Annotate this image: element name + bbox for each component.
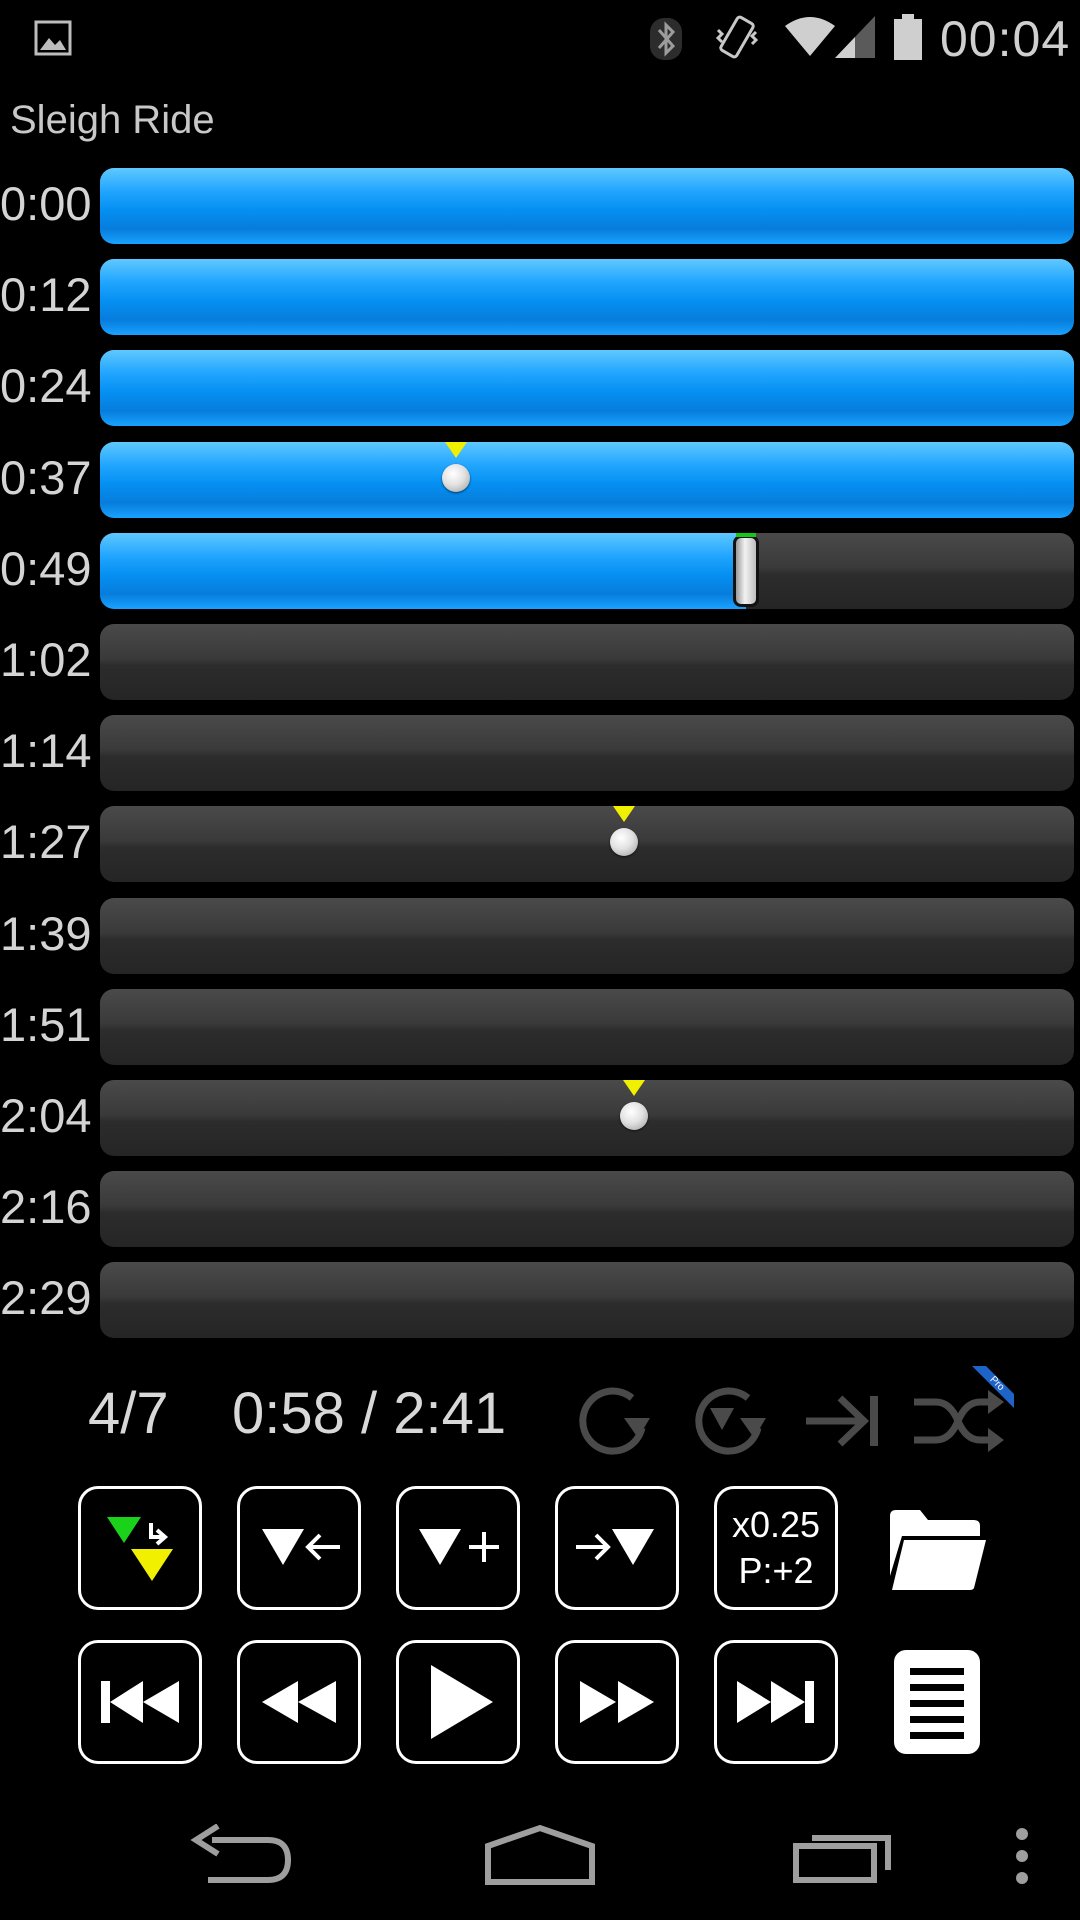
row-progress-track[interactable] xyxy=(100,350,1074,427)
row-progress-track[interactable] xyxy=(100,897,1074,974)
info-bar: 4/7 0:58 / 2:41 xyxy=(0,1380,1080,1460)
timeline-row[interactable]: 1:51 xyxy=(0,988,1080,1065)
timeline-row[interactable]: 0:49 xyxy=(0,532,1080,609)
wifi-icon xyxy=(785,17,835,56)
status-bar: 00:04 xyxy=(0,0,1080,76)
row-progress-track[interactable] xyxy=(100,1262,1074,1339)
speed-pitch-label: x0.25 P:+2 xyxy=(732,1502,820,1594)
row-time-label: 2:29 xyxy=(0,1271,92,1325)
playhead-indicator xyxy=(735,532,756,537)
song-title: Sleigh Ride xyxy=(10,98,215,142)
navigation-bar xyxy=(0,1800,1080,1920)
timeline-row[interactable]: 1:02 xyxy=(0,624,1080,700)
marker-flag-icon xyxy=(444,441,467,458)
rewind-icon xyxy=(262,1681,336,1723)
timeline-row[interactable]: 0:00 xyxy=(0,168,1080,244)
speed-label: x0.25 xyxy=(731,1504,821,1545)
row-time-label: 1:39 xyxy=(0,906,92,960)
battery-icon xyxy=(894,14,922,60)
marker-ball-icon xyxy=(441,463,470,492)
rewind-button[interactable] xyxy=(237,1640,361,1764)
row-time-label: 0:37 xyxy=(0,450,92,504)
row-progress-fill xyxy=(100,532,746,609)
playlist-icon[interactable] xyxy=(892,1648,982,1756)
row-progress-track[interactable] xyxy=(100,1080,1074,1156)
image-icon xyxy=(34,20,72,56)
skip-previous-icon xyxy=(101,1681,179,1723)
timeline-row[interactable]: 0:37 xyxy=(0,441,1080,518)
row-progress-fill xyxy=(100,168,1074,244)
timeline-row[interactable]: 2:04 xyxy=(0,1080,1080,1156)
overflow-menu-icon[interactable] xyxy=(1008,1826,1036,1886)
row-time-label: 0:24 xyxy=(0,359,92,413)
marker-flag-icon xyxy=(622,1080,645,1096)
back-icon[interactable] xyxy=(188,1824,292,1884)
row-progress-track[interactable] xyxy=(100,715,1074,792)
row-time-label: 2:04 xyxy=(0,1089,92,1142)
row-time-label: 1:27 xyxy=(0,815,92,869)
folder-icon[interactable] xyxy=(884,1506,988,1592)
skip-next-icon xyxy=(737,1681,814,1723)
speed-pitch-button[interactable]: x0.25 P:+2 xyxy=(714,1486,838,1610)
timeline-row[interactable]: 0:24 xyxy=(0,350,1080,427)
marker-left-icon xyxy=(262,1529,340,1565)
marker-flag-icon xyxy=(613,806,635,823)
repeat-marker-icon[interactable] xyxy=(688,1378,778,1462)
row-progress-track[interactable] xyxy=(100,532,1074,609)
timeline-row[interactable]: 1:27 xyxy=(0,806,1080,883)
row-progress-fill xyxy=(100,350,1074,427)
marker-back-button[interactable] xyxy=(237,1486,361,1610)
timeline-row[interactable]: 2:29 xyxy=(0,1262,1080,1339)
row-time-label: 1:51 xyxy=(0,997,92,1051)
playhead-handle[interactable] xyxy=(732,534,759,607)
time-readout: 0:58 / 2:41 xyxy=(232,1381,507,1446)
timeline-row[interactable]: 2:16 xyxy=(0,1171,1080,1248)
row-time-label: 0:00 xyxy=(0,177,92,230)
timeline-row[interactable]: 1:39 xyxy=(0,897,1080,974)
fast-forward-icon xyxy=(580,1681,654,1723)
row-time-label: 2:16 xyxy=(0,1180,92,1234)
skip-previous-button[interactable] xyxy=(78,1640,202,1764)
row-time-label: 0:49 xyxy=(0,541,92,595)
bluetooth-icon xyxy=(650,18,682,60)
timeline-row[interactable]: 0:12 xyxy=(0,259,1080,336)
status-time: 00:04 xyxy=(940,11,1071,67)
row-time-label: 0:12 xyxy=(0,268,92,322)
marker-ball-icon xyxy=(619,1102,648,1130)
signal-icon xyxy=(835,16,875,58)
row-progress-track[interactable] xyxy=(100,806,1074,883)
marker-add-button[interactable] xyxy=(396,1486,520,1610)
row-progress-fill xyxy=(100,441,1074,518)
fast-forward-button[interactable] xyxy=(555,1640,679,1764)
timeline-row[interactable]: 1:14 xyxy=(0,715,1080,792)
row-progress-track[interactable] xyxy=(100,988,1074,1065)
play-button[interactable] xyxy=(396,1640,520,1764)
recent-apps-icon[interactable] xyxy=(792,1824,896,1884)
pitch-label: P:+2 xyxy=(738,1550,814,1591)
marker-add-icon xyxy=(419,1529,499,1565)
row-time-label: 1:02 xyxy=(0,633,92,686)
row-time-label: 1:14 xyxy=(0,724,92,778)
vibrate-icon xyxy=(715,15,759,59)
row-progress-fill xyxy=(100,259,1074,336)
row-progress-track[interactable] xyxy=(100,259,1074,336)
home-icon[interactable] xyxy=(484,1824,596,1886)
marker-jump-button[interactable] xyxy=(78,1486,202,1610)
marker-forward-button[interactable] xyxy=(555,1486,679,1610)
marker-right-icon xyxy=(576,1529,654,1565)
row-progress-track[interactable] xyxy=(100,1171,1074,1248)
skip-next-button[interactable] xyxy=(714,1640,838,1764)
repeat-icon[interactable] xyxy=(572,1378,662,1462)
skip-to-end-icon[interactable] xyxy=(802,1386,886,1456)
row-progress-track[interactable] xyxy=(100,624,1074,700)
play-icon xyxy=(431,1665,493,1739)
track-count: 4/7 xyxy=(88,1381,169,1446)
pro-badge: Pro xyxy=(972,1366,1014,1408)
row-progress-track[interactable] xyxy=(100,168,1074,244)
marker-swap-icon xyxy=(107,1517,173,1581)
row-progress-track[interactable] xyxy=(100,441,1074,518)
